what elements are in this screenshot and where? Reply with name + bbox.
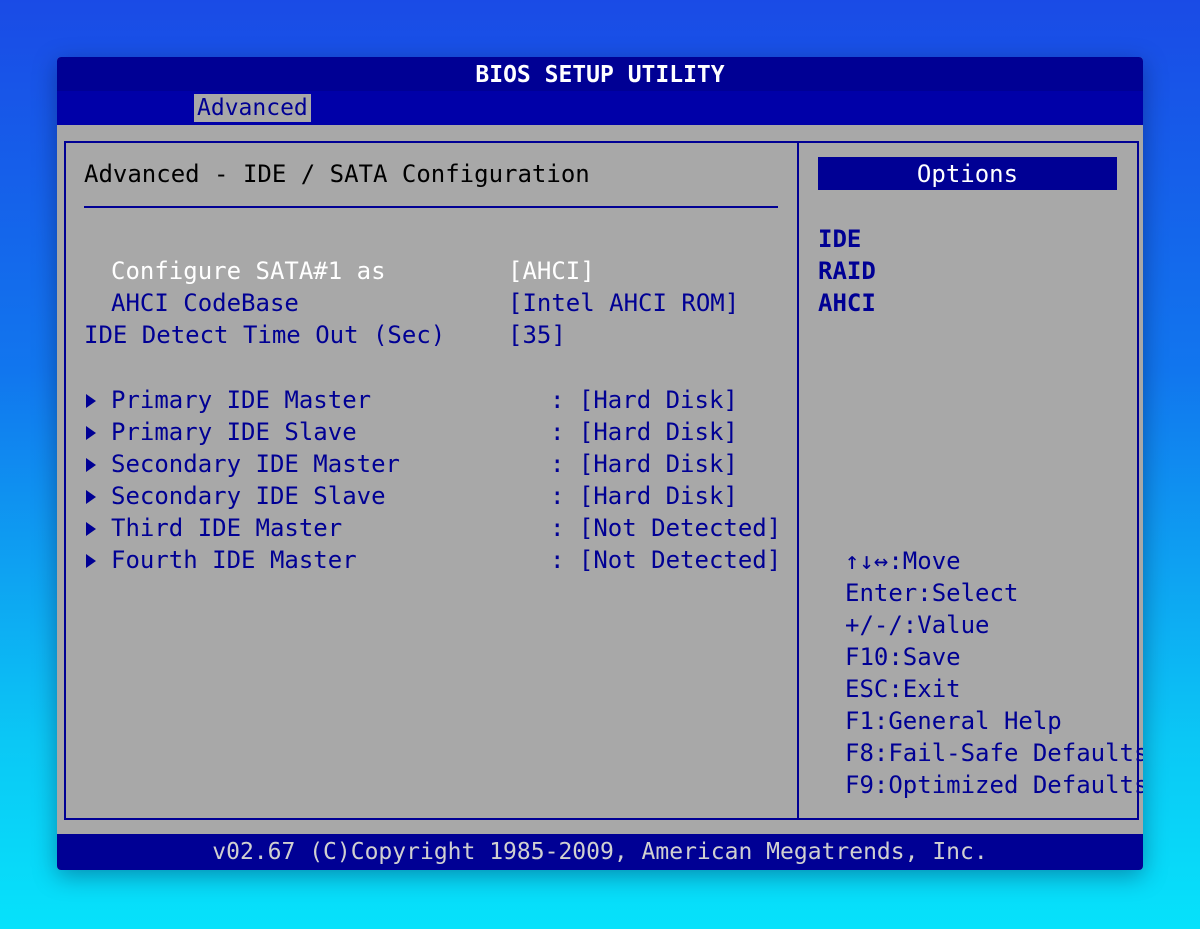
triangle-right-icon (86, 426, 96, 440)
setting-value[interactable]: [35] (508, 320, 566, 350)
main-panel: Advanced - IDE / SATA Configuration Conf… (64, 141, 799, 820)
submenu-value: : [Not Detected] (550, 514, 782, 542)
options-panel: Options IDE RAID AHCI ↑↓↔:Move Enter:Sel… (797, 141, 1143, 820)
help-move: ↑↓↔:Move (845, 547, 961, 575)
submenu-value: : [Hard Disk] (550, 418, 738, 446)
triangle-right-icon (86, 490, 96, 504)
options-header: Options (818, 157, 1117, 190)
setting-configure-sata[interactable]: Configure SATA#1 as [AHCI] (66, 256, 786, 286)
setting-label: IDE Detect Time Out (Sec) (84, 321, 446, 349)
copyright-footer: v02.67 (C)Copyright 1985-2009, American … (57, 834, 1143, 870)
submenu-fourth-ide-master[interactable]: Fourth IDE Master : [Not Detected] (66, 545, 786, 575)
submenu-value: : [Not Detected] (550, 546, 782, 574)
submenu-secondary-ide-slave[interactable]: Secondary IDE Slave : [Hard Disk] (66, 481, 786, 511)
help-failsafe: F8:Fail-Safe Defaults (845, 739, 1143, 767)
submenu-third-ide-master[interactable]: Third IDE Master : [Not Detected] (66, 513, 786, 543)
submenu-label: Secondary IDE Master (111, 450, 400, 478)
help-value: +/-/:Value (845, 611, 990, 639)
option-item[interactable]: AHCI (818, 288, 876, 318)
triangle-right-icon (86, 394, 96, 408)
setting-value[interactable]: [AHCI] (508, 256, 595, 286)
triangle-right-icon (86, 522, 96, 536)
submenu-primary-ide-master[interactable]: Primary IDE Master : [Hard Disk] (66, 385, 786, 415)
tab-advanced[interactable]: Advanced (194, 94, 311, 122)
menu-bar: Advanced (57, 91, 1143, 125)
submenu-primary-ide-slave[interactable]: Primary IDE Slave : [Hard Disk] (66, 417, 786, 447)
option-item[interactable]: IDE (818, 224, 861, 254)
help-general: F1:General Help (845, 707, 1062, 735)
submenu-label: Fourth IDE Master (111, 546, 357, 574)
setting-ide-detect-timeout[interactable]: IDE Detect Time Out (Sec) [35] (66, 320, 786, 350)
option-item[interactable]: RAID (818, 256, 876, 286)
help-optimized: F9:Optimized Defaults (845, 771, 1143, 799)
submenu-value: : [Hard Disk] (550, 386, 738, 414)
page-title: Advanced - IDE / SATA Configuration (84, 160, 590, 188)
submenu-value: : [Hard Disk] (550, 450, 738, 478)
bios-title: BIOS SETUP UTILITY (57, 57, 1143, 91)
setting-label: Configure SATA#1 as (111, 257, 386, 285)
help-exit: ESC:Exit (845, 675, 961, 703)
help-select: Enter:Select (845, 579, 1019, 607)
submenu-label: Third IDE Master (111, 514, 343, 542)
submenu-label: Secondary IDE Slave (111, 482, 386, 510)
bios-window: BIOS SETUP UTILITY Advanced Advanced - I… (57, 57, 1143, 870)
triangle-right-icon (86, 458, 96, 472)
help-save: F10:Save (845, 643, 961, 671)
setting-label: AHCI CodeBase (111, 289, 299, 317)
submenu-label: Primary IDE Master (111, 386, 372, 414)
title-divider (84, 206, 778, 208)
triangle-right-icon (86, 554, 96, 568)
setting-value[interactable]: [Intel AHCI ROM] (508, 288, 739, 318)
submenu-secondary-ide-master[interactable]: Secondary IDE Master : [Hard Disk] (66, 449, 786, 479)
setting-ahci-codebase[interactable]: AHCI CodeBase [Intel AHCI ROM] (66, 288, 786, 318)
submenu-label: Primary IDE Slave (111, 418, 357, 446)
submenu-value: : [Hard Disk] (550, 482, 738, 510)
